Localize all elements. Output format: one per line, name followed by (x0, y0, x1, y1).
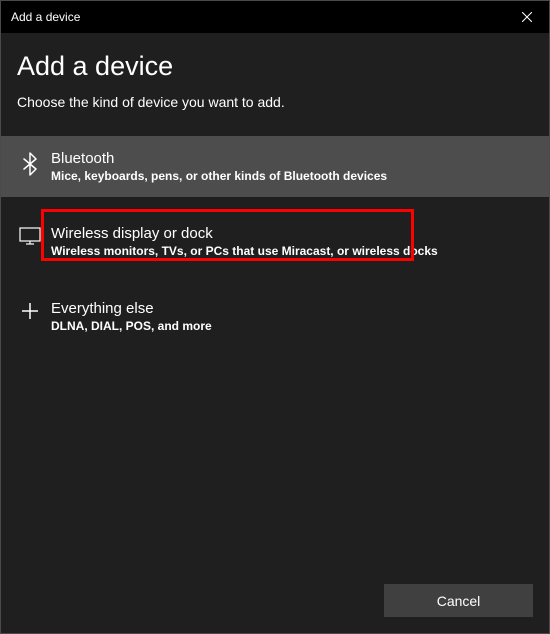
option-bluetooth[interactable]: Bluetooth Mice, keyboards, pens, or othe… (1, 136, 549, 197)
option-everything-desc: DLNA, DIAL, POS, and more (51, 319, 533, 333)
bluetooth-icon (17, 150, 43, 176)
option-everything-text: Everything else DLNA, DIAL, POS, and mor… (51, 300, 533, 333)
display-icon (17, 225, 43, 245)
dialog-content: Add a device Choose the kind of device y… (1, 33, 549, 568)
option-bluetooth-text: Bluetooth Mice, keyboards, pens, or othe… (51, 150, 533, 183)
option-wireless-text: Wireless display or dock Wireless monito… (51, 225, 533, 258)
option-bluetooth-title: Bluetooth (51, 150, 533, 167)
option-everything-title: Everything else (51, 300, 533, 317)
dialog-footer: Cancel (1, 568, 549, 633)
window-title: Add a device (11, 10, 80, 24)
page-title: Add a device (1, 51, 549, 82)
page-description: Choose the kind of device you want to ad… (1, 94, 549, 110)
option-wireless-wrapper: Wireless display or dock Wireless monito… (1, 211, 549, 272)
option-wireless-desc: Wireless monitors, TVs, or PCs that use … (51, 244, 533, 258)
option-wireless-display[interactable]: Wireless display or dock Wireless monito… (1, 211, 549, 272)
option-everything-else[interactable]: Everything else DLNA, DIAL, POS, and mor… (1, 286, 549, 347)
close-icon (522, 12, 532, 22)
option-wireless-title: Wireless display or dock (51, 225, 533, 242)
titlebar: Add a device (1, 1, 549, 33)
plus-icon (17, 300, 43, 320)
option-bluetooth-desc: Mice, keyboards, pens, or other kinds of… (51, 169, 533, 183)
cancel-button[interactable]: Cancel (384, 584, 533, 617)
close-button[interactable] (504, 1, 549, 33)
